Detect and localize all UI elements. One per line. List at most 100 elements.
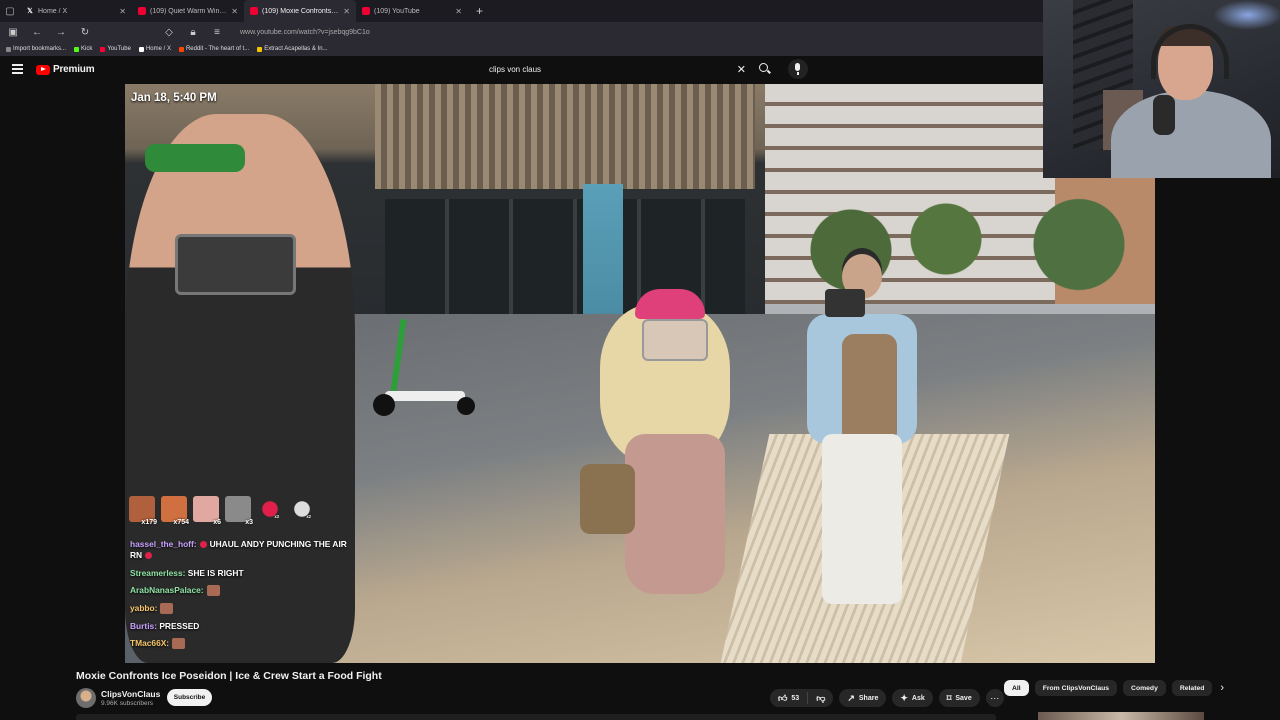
- search-box[interactable]: clips von claus ✕: [482, 62, 752, 79]
- tab-title: (109) Quiet Warm Winter Night: [150, 7, 228, 15]
- logo-text: Premium: [53, 64, 95, 75]
- lock-icon[interactable]: 🔒︎: [186, 27, 200, 38]
- like-count: 53: [791, 694, 800, 702]
- tab-list-icon[interactable]: ▢: [0, 0, 20, 22]
- youtube-premium-logo[interactable]: Premium: [36, 64, 95, 75]
- chat-message: Burtis: PRESSED: [130, 621, 360, 632]
- related-video-thumbnail[interactable]: [1038, 712, 1204, 720]
- search-input[interactable]: clips von claus: [489, 65, 541, 74]
- microphone-icon[interactable]: [788, 59, 808, 79]
- emote-count: x2: [306, 515, 311, 520]
- emote-count: x6: [213, 519, 221, 526]
- bookmark-label: Extract Acapellas & In...: [264, 46, 328, 52]
- video-person-right: [797, 254, 927, 624]
- bookmark-extract[interactable]: Extract Acapellas & In...: [257, 46, 328, 52]
- more-options-icon[interactable]: ⋯: [985, 689, 1004, 707]
- bookmark-label: Home / X: [145, 46, 171, 52]
- chat-username: Streamerless:: [130, 567, 186, 578]
- shield-icon[interactable]: ◇: [162, 27, 176, 38]
- page-settings-icon[interactable]: ≡: [210, 27, 224, 38]
- bookmark-icon: ⌑: [946, 692, 952, 703]
- address-bar[interactable]: www.youtube.com/watch?v=jsebqg9bC1o: [240, 29, 370, 36]
- clear-search-icon[interactable]: ✕: [737, 63, 746, 76]
- tab-youtube[interactable]: (109) YouTube ✕: [356, 0, 468, 22]
- streamer-webcam: [1043, 0, 1280, 178]
- bookmark-reddit[interactable]: Reddit - The heart of t...: [178, 46, 250, 52]
- channel-avatar[interactable]: [76, 688, 96, 708]
- youtube-icon: [138, 7, 146, 15]
- close-tab-icon[interactable]: ✕: [455, 7, 462, 16]
- channel-name[interactable]: ClipsVonClaus: [101, 689, 160, 699]
- video-timestamp: Jan 18, 5:40 PM: [131, 92, 217, 104]
- emote-count: x179: [141, 519, 157, 526]
- heart-icon: [145, 552, 153, 560]
- youtube-icon: [100, 46, 106, 52]
- share-label: Share: [858, 694, 879, 702]
- emote-count: x754: [173, 519, 189, 526]
- video-player[interactable]: Jan 18, 5:40 PM x179 x754 x6 x3 x3 x2 ha…: [125, 84, 1155, 663]
- save-label: Save: [955, 694, 972, 702]
- subscribe-button[interactable]: Subscribe: [167, 689, 212, 706]
- emote-icon: x3: [262, 501, 279, 520]
- chat-message: TMac66X:: [130, 638, 360, 650]
- related-filter-chips: All From ClipsVonClaus Comedy Related ›: [1004, 680, 1224, 696]
- chat-username: hassel_the_hoff:: [130, 539, 197, 549]
- subscriber-count: 9.96K subscribers: [101, 700, 154, 707]
- tab-moxie-video[interactable]: (109) Moxie Confronts Ice P ✕: [244, 0, 356, 22]
- close-tab-icon[interactable]: ✕: [119, 7, 126, 16]
- emote-icon: x179: [129, 496, 157, 526]
- chevron-right-icon[interactable]: ›: [1220, 682, 1224, 694]
- bookmark-import[interactable]: Import bookmarks...: [6, 46, 66, 52]
- youtube-play-icon: [36, 64, 50, 75]
- video-scene-scooter: [365, 318, 490, 424]
- back-icon[interactable]: ←: [30, 27, 44, 38]
- share-button[interactable]: ↗ Share: [839, 689, 887, 707]
- youtube-icon: [250, 7, 258, 15]
- tab-quiet-warm[interactable]: (109) Quiet Warm Winter Night ✕: [132, 0, 244, 22]
- emote-icon: [206, 585, 220, 597]
- search-icon[interactable]: [757, 61, 773, 77]
- chat-username: yabbo:: [130, 602, 158, 613]
- chat-message: hassel_the_hoff: UHAUL ANDY PUNCHING THE …: [130, 539, 360, 561]
- emote-icon: x754: [161, 496, 189, 526]
- chat-overlay: hassel_the_hoff: UHAUL ANDY PUNCHING THE …: [130, 539, 360, 656]
- tab-home-x[interactable]: 𝕏 Home / X ✕: [20, 0, 132, 22]
- heart-icon: [199, 541, 207, 549]
- video-person-center: [580, 284, 750, 663]
- bookmark-label: Import bookmarks...: [13, 46, 67, 52]
- bookmark-label: Reddit - The heart of t...: [185, 46, 250, 52]
- chat-username: Burtis:: [130, 620, 157, 631]
- forward-icon[interactable]: →: [54, 27, 68, 38]
- chip-all[interactable]: All: [1004, 680, 1029, 696]
- save-button[interactable]: ⌑ Save: [938, 689, 980, 707]
- emote-count: x3: [274, 515, 279, 520]
- close-tab-icon[interactable]: ✕: [343, 7, 350, 16]
- skull-emote-icon: x2: [294, 501, 311, 520]
- like-button[interactable]: 👍︎ 53: [770, 692, 809, 704]
- ask-label: Ask: [911, 694, 925, 702]
- new-tab-icon[interactable]: +: [468, 4, 491, 18]
- dislike-button[interactable]: 👎︎: [808, 693, 833, 703]
- reload-icon[interactable]: ↻: [78, 27, 92, 38]
- emote-icon: [160, 603, 174, 615]
- close-tab-icon[interactable]: ✕: [231, 7, 238, 16]
- sparkle-icon: ✦: [900, 692, 908, 703]
- emote-icon: x3: [225, 496, 253, 526]
- kick-icon: [74, 46, 80, 52]
- chat-message: Streamerless: SHE IS RIGHT: [130, 568, 360, 579]
- chip-comedy[interactable]: Comedy: [1123, 680, 1166, 696]
- video-actions: 👍︎ 53 👎︎ ↗ Share ✦ Ask ⌑ Save ⋯: [770, 689, 1004, 707]
- bookmark-kick[interactable]: Kick: [74, 46, 92, 52]
- video-scene-slats: [375, 84, 755, 189]
- bookmark-home-x[interactable]: Home / X: [138, 46, 171, 52]
- chip-related[interactable]: Related: [1171, 680, 1213, 696]
- reddit-icon: [178, 46, 184, 52]
- sidebar-toggle-icon[interactable]: ▣: [6, 27, 20, 38]
- chat-username: TMac66X:: [130, 638, 170, 649]
- chip-from-channel[interactable]: From ClipsVonClaus: [1034, 680, 1118, 696]
- hamburger-menu-icon[interactable]: [12, 64, 23, 74]
- bookmark-label: YouTube: [107, 46, 131, 52]
- bookmark-youtube[interactable]: YouTube: [100, 46, 131, 52]
- ask-button[interactable]: ✦ Ask: [892, 689, 933, 707]
- emote-icon: [172, 638, 186, 650]
